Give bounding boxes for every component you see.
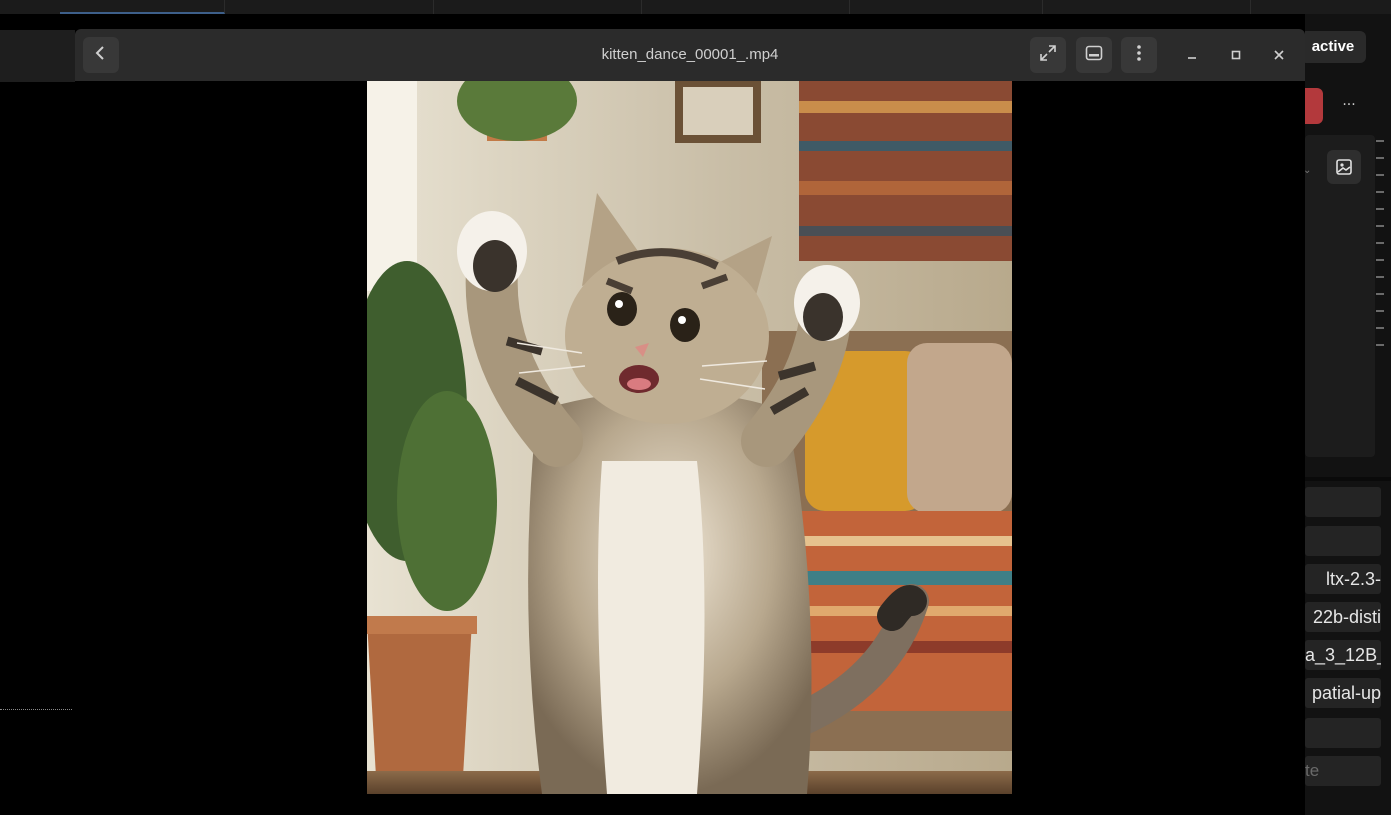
ruler-ticks [1376, 140, 1384, 350]
minimize-icon [1186, 46, 1198, 65]
video-viewer-window: kitten_dance_00001_.mp4 [75, 29, 1305, 795]
panel-divider [1305, 477, 1391, 481]
minimize-button[interactable] [1180, 43, 1204, 67]
empty-field[interactable] [1305, 487, 1381, 517]
model-field[interactable]: 22b-disti [1305, 602, 1381, 632]
viewer-titlebar: kitten_dance_00001_.mp4 [75, 29, 1305, 81]
left-panel-edge [0, 30, 76, 82]
kebab-menu-icon [1136, 44, 1142, 66]
empty-field[interactable] [1305, 718, 1381, 748]
dotted-divider [0, 709, 72, 710]
model-field[interactable]: patial-up [1305, 678, 1381, 708]
model-field[interactable]: a_3_12B_ [1305, 640, 1381, 670]
maximize-icon [1230, 46, 1242, 65]
chevron-left-icon [94, 45, 108, 65]
text-input[interactable]: te [1305, 756, 1381, 786]
tab[interactable] [225, 0, 434, 14]
image-icon[interactable] [1327, 150, 1361, 184]
picture-in-picture-button[interactable] [1076, 37, 1112, 73]
close-button[interactable] [1267, 43, 1291, 67]
status-badge-active[interactable]: active [1300, 31, 1366, 63]
fullscreen-icon [1039, 44, 1057, 66]
tab-strip [0, 0, 1391, 14]
empty-field[interactable] [1305, 526, 1381, 556]
tab[interactable] [849, 0, 1043, 14]
maximize-button[interactable] [1224, 43, 1248, 67]
more-options-icon[interactable]: ··· [1336, 92, 1362, 118]
tab[interactable] [1042, 0, 1251, 14]
fullscreen-button[interactable] [1030, 37, 1066, 73]
menu-button[interactable] [1121, 37, 1157, 73]
video-frame[interactable] [367, 81, 1012, 794]
kitten-dance-video-image [367, 81, 1012, 794]
model-field[interactable]: ltx-2.3- [1305, 564, 1381, 594]
close-icon [1273, 46, 1285, 65]
tab[interactable] [641, 0, 850, 14]
back-button[interactable] [83, 37, 119, 73]
delete-button[interactable] [1305, 88, 1323, 124]
picture-in-picture-icon [1085, 45, 1103, 65]
tab-active[interactable] [60, 0, 225, 14]
tab[interactable] [433, 0, 642, 14]
